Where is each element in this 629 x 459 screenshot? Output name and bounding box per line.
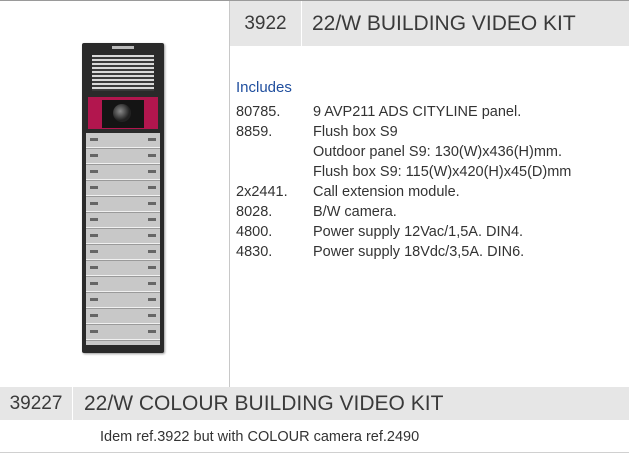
item-description: 9 AVP211 ADS CITYLINE panel. — [313, 104, 522, 120]
panel-logo — [112, 46, 134, 49]
kit-reference: 3922 — [230, 1, 302, 46]
intercom-panel-photo — [82, 43, 164, 353]
colour-kit-note: Idem ref.3922 but with COLOUR camera ref… — [100, 429, 420, 445]
item-description: Outdoor panel S9: 130(W)x436(H)mm. — [313, 144, 563, 160]
item-description: Call extension module. — [313, 184, 460, 200]
item-description: B/W camera. — [313, 204, 397, 220]
item-description: Flush box S9: 115(W)x420(H)x45(D)mm — [313, 164, 572, 180]
item-code: 4830. — [236, 244, 273, 260]
camera-lens-icon — [113, 104, 131, 122]
bottom-divider — [0, 452, 629, 453]
item-code: 4800. — [236, 224, 273, 240]
kit-title: 22/W BUILDING VIDEO KIT — [312, 12, 576, 35]
colour-kit-header: 39227 22/W COLOUR BUILDING VIDEO KIT — [0, 387, 629, 420]
item-description: Power supply 18Vdc/3,5A. DIN6. — [313, 244, 525, 260]
item-description: Flush box S9 — [313, 124, 398, 140]
call-button-marks — [86, 133, 160, 345]
speaker-grille — [92, 55, 154, 91]
item-code: 8859. — [236, 124, 273, 140]
item-code: 80785. — [236, 104, 281, 120]
item-code: 2x2441. — [236, 184, 288, 200]
item-description: Power supply 12Vac/1,5A. DIN4. — [313, 224, 524, 240]
item-code: 8028. — [236, 204, 273, 220]
kit-header: 3922 22/W BUILDING VIDEO KIT — [230, 1, 629, 46]
includes-label: Includes — [236, 79, 292, 96]
product-sheet: 3922 22/W BUILDING VIDEO KIT Includes 80… — [0, 0, 629, 459]
colour-kit-title: 22/W COLOUR BUILDING VIDEO KIT — [84, 392, 444, 415]
product-image-cell — [0, 1, 230, 387]
colour-kit-reference: 39227 — [0, 387, 73, 420]
